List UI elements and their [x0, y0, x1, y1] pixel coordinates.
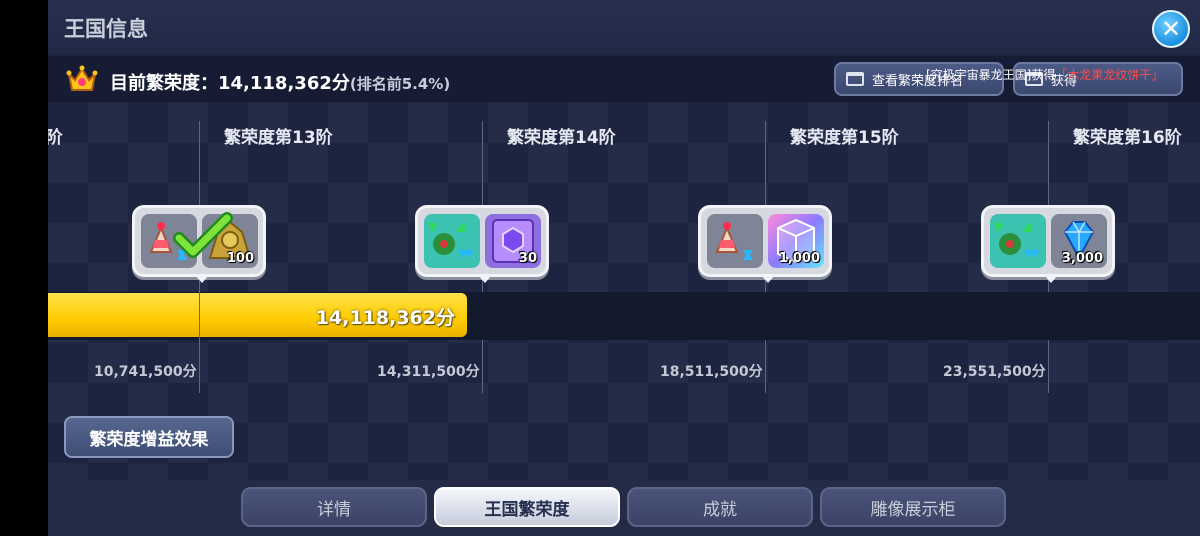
- growth-booster-icon: [990, 214, 1046, 268]
- claimed-check-icon: [173, 212, 233, 258]
- scrolling-notice: [究极宇宙暴龙王国]获得「木龙果龙纹饼干」: [926, 66, 1163, 83]
- rainbow-cube-icon: 1,000: [768, 214, 824, 268]
- tab-statue-showcase[interactable]: 雕像展示柜: [820, 487, 1006, 527]
- crown-icon: [66, 65, 98, 91]
- growth-booster-icon: [424, 214, 480, 268]
- tier-16-reward[interactable]: 3,000: [981, 205, 1115, 283]
- tab-bar: 详情 王国繁荣度 成就 雕像展示柜: [48, 480, 1200, 536]
- cookie-cake-icon: [707, 214, 763, 268]
- tier-14-label: 繁荣度第14阶: [507, 128, 616, 148]
- tier-15-threshold: 18,511,500分: [660, 364, 763, 380]
- tier-16-label: 繁荣度第16阶: [1073, 128, 1182, 148]
- tab-achievements-label: 成就: [703, 499, 737, 520]
- notice-item: 「木龙果龙纹饼干」: [1055, 68, 1164, 82]
- progress-label: 14,118,362分: [315, 307, 455, 329]
- tab-kingdom-prosperity-label: 王国繁荣度: [484, 499, 570, 520]
- tab-details-label: 详情: [317, 499, 351, 520]
- ranking-podium-icon: [846, 72, 864, 86]
- purple-gem-book-icon: 30: [485, 214, 541, 268]
- prosperity-caption: 目前繁荣度：: [110, 73, 218, 94]
- close-button[interactable]: ✕: [1152, 10, 1190, 48]
- tier-12-label: 繁荣度第12阶: [48, 128, 63, 148]
- track-marker-13: [199, 292, 200, 340]
- tier-15-label: 繁荣度第15阶: [790, 128, 899, 148]
- tier-16-reward-qty: 3,000: [1061, 251, 1103, 266]
- tier-14-threshold: 14,311,500分: [377, 364, 480, 380]
- prosperity-value: 14,118,362分: [218, 73, 350, 94]
- tier-13-threshold: 10,741,500分: [94, 364, 197, 380]
- prosperity-label: 目前繁荣度：14,118,362分(排名前5.4%): [110, 69, 450, 95]
- tab-details[interactable]: 详情: [241, 487, 427, 527]
- progress-fill: 14,118,362分: [48, 293, 467, 337]
- notice-prefix: [究极宇宙暴龙王国]获得: [926, 68, 1056, 82]
- tab-statue-showcase-label: 雕像展示柜: [870, 499, 956, 520]
- tier-16-threshold: 23,551,500分: [943, 364, 1046, 380]
- tier-14-reward-qty: 30: [518, 251, 537, 266]
- tier-15-reward[interactable]: 1,000: [698, 205, 832, 283]
- crystal-icon: 3,000: [1051, 214, 1107, 268]
- close-icon: ✕: [1160, 15, 1182, 43]
- tier-14-reward[interactable]: 30: [415, 205, 549, 283]
- prosperity-rank: (排名前5.4%): [349, 75, 451, 93]
- tab-kingdom-prosperity[interactable]: 王国繁荣度: [434, 487, 620, 527]
- tier-13-reward[interactable]: 100: [132, 205, 266, 283]
- tier-15-reward-qty: 1,000: [778, 251, 820, 266]
- prosperity-bonus-button[interactable]: 繁荣度增益效果: [64, 416, 234, 458]
- header: 王国信息 ✕: [48, 0, 1200, 54]
- page-title: 王国信息: [64, 17, 148, 41]
- tab-achievements[interactable]: 成就: [627, 487, 813, 527]
- kingdom-info-window: 王国信息 ✕ 目前繁荣度：14,118,362分(排名前5.4%) 查看繁荣度排…: [48, 0, 1200, 536]
- progress-track: 14,118,362分: [48, 292, 1200, 340]
- tier-13-label: 繁荣度第13阶: [224, 128, 333, 148]
- prosperity-track-panel[interactable]: 繁荣度第12阶 繁荣度第13阶 繁荣度第14阶 繁荣度第15阶 繁荣度第16阶 …: [48, 103, 1200, 480]
